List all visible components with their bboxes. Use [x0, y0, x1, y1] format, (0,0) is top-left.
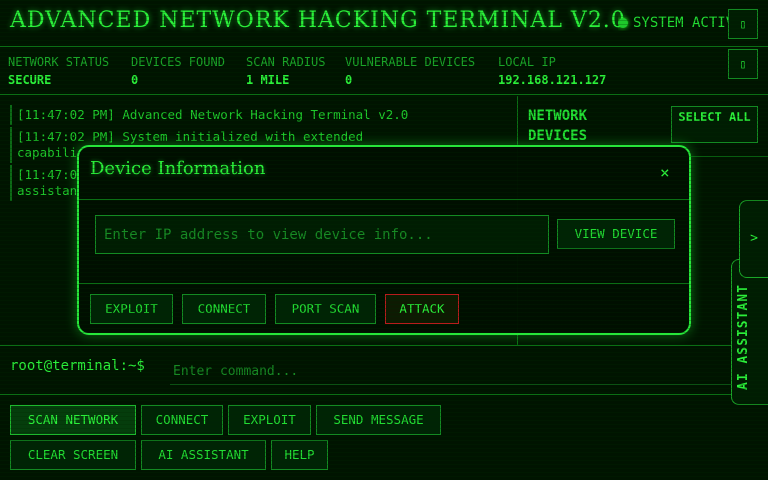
connect-button[interactable]: CONNECT — [141, 405, 223, 435]
status-bar: NETWORK STATUS SECURE DEVICES FOUND 0 SC… — [0, 47, 768, 95]
exploit-button[interactable]: EXPLOIT — [228, 405, 311, 435]
stat-value: 1 MILE — [246, 73, 290, 87]
status-dot-icon — [618, 18, 628, 28]
select-all-button[interactable]: SELECT ALL — [671, 106, 758, 143]
clear-screen-button[interactable]: CLEAR SCREEN — [10, 440, 136, 470]
stat-label: LOCAL IP — [498, 55, 556, 69]
ai-assistant-button[interactable]: AI ASSISTANT — [141, 440, 266, 470]
app-title: ADVANCED NETWORK HACKING TERMINAL V2.0 — [10, 8, 626, 33]
stat-value: 192.168.121.127 — [498, 73, 607, 87]
stat-value: SECURE — [8, 73, 52, 87]
stat-label: SCAN RADIUS — [246, 55, 326, 69]
stat-local-ip: LOCAL IP 192.168.121.127 — [498, 55, 606, 87]
fullscreen-button[interactable]: ▯ — [728, 9, 758, 39]
port-scan-button[interactable]: PORT SCAN — [275, 294, 376, 324]
system-status-text: SYSTEM ACTIVE — [633, 15, 728, 31]
ai-assistant-tab-label: AI ASSISTANT — [736, 284, 751, 390]
close-icon[interactable]: × — [660, 163, 670, 182]
view-device-button[interactable]: VIEW DEVICE — [557, 219, 675, 249]
send-message-button[interactable]: SEND MESSAGE — [316, 405, 441, 435]
scan-network-button[interactable]: SCAN NETWORK — [10, 405, 136, 435]
command-input[interactable] — [170, 359, 760, 385]
network-devices-title: NETWORK DEVICES — [528, 108, 588, 144]
chevron-right-icon: > — [750, 231, 758, 246]
settings-button[interactable]: ▯ — [728, 49, 758, 79]
stat-vulnerable-devices: VULNERABLE DEVICES 0 — [345, 55, 475, 87]
stat-value: 0 — [131, 73, 139, 87]
stat-label: DEVICES FOUND — [131, 55, 225, 69]
stat-devices-found: DEVICES FOUND 0 — [131, 55, 225, 87]
help-button[interactable]: HELP — [271, 440, 328, 470]
ip-address-input[interactable] — [95, 215, 549, 254]
log-line: [11:47:02 PM] Advanced Network Hacking T… — [10, 105, 510, 125]
modal-exploit-button[interactable]: EXPLOIT — [90, 294, 173, 324]
modal-title: Device Information — [90, 158, 266, 179]
stat-value: 0 — [345, 73, 353, 87]
stat-label: NETWORK STATUS — [8, 55, 110, 69]
ai-assistant-tab[interactable]: AI ASSISTANT — [731, 259, 768, 405]
system-status: SYSTEM ACTIVE — [618, 15, 728, 31]
stat-network-status: NETWORK STATUS SECURE — [8, 55, 109, 87]
stat-label: VULNERABLE DEVICES — [345, 55, 476, 69]
modal-connect-button[interactable]: CONNECT — [182, 294, 266, 324]
header: ADVANCED NETWORK HACKING TERMINAL V2.0 S… — [0, 0, 768, 47]
device-info-modal: Device Information × VIEW DEVICE EXPLOIT… — [77, 145, 691, 335]
command-row: root@terminal:~$ — [0, 345, 768, 395]
command-prompt: root@terminal:~$ — [10, 358, 145, 374]
divider — [79, 199, 689, 200]
stat-scan-radius: SCAN RADIUS 1 MILE — [246, 55, 325, 87]
divider — [79, 283, 689, 284]
attack-button[interactable]: ATTACK — [385, 294, 459, 324]
side-panel-toggle[interactable]: > — [739, 200, 768, 278]
